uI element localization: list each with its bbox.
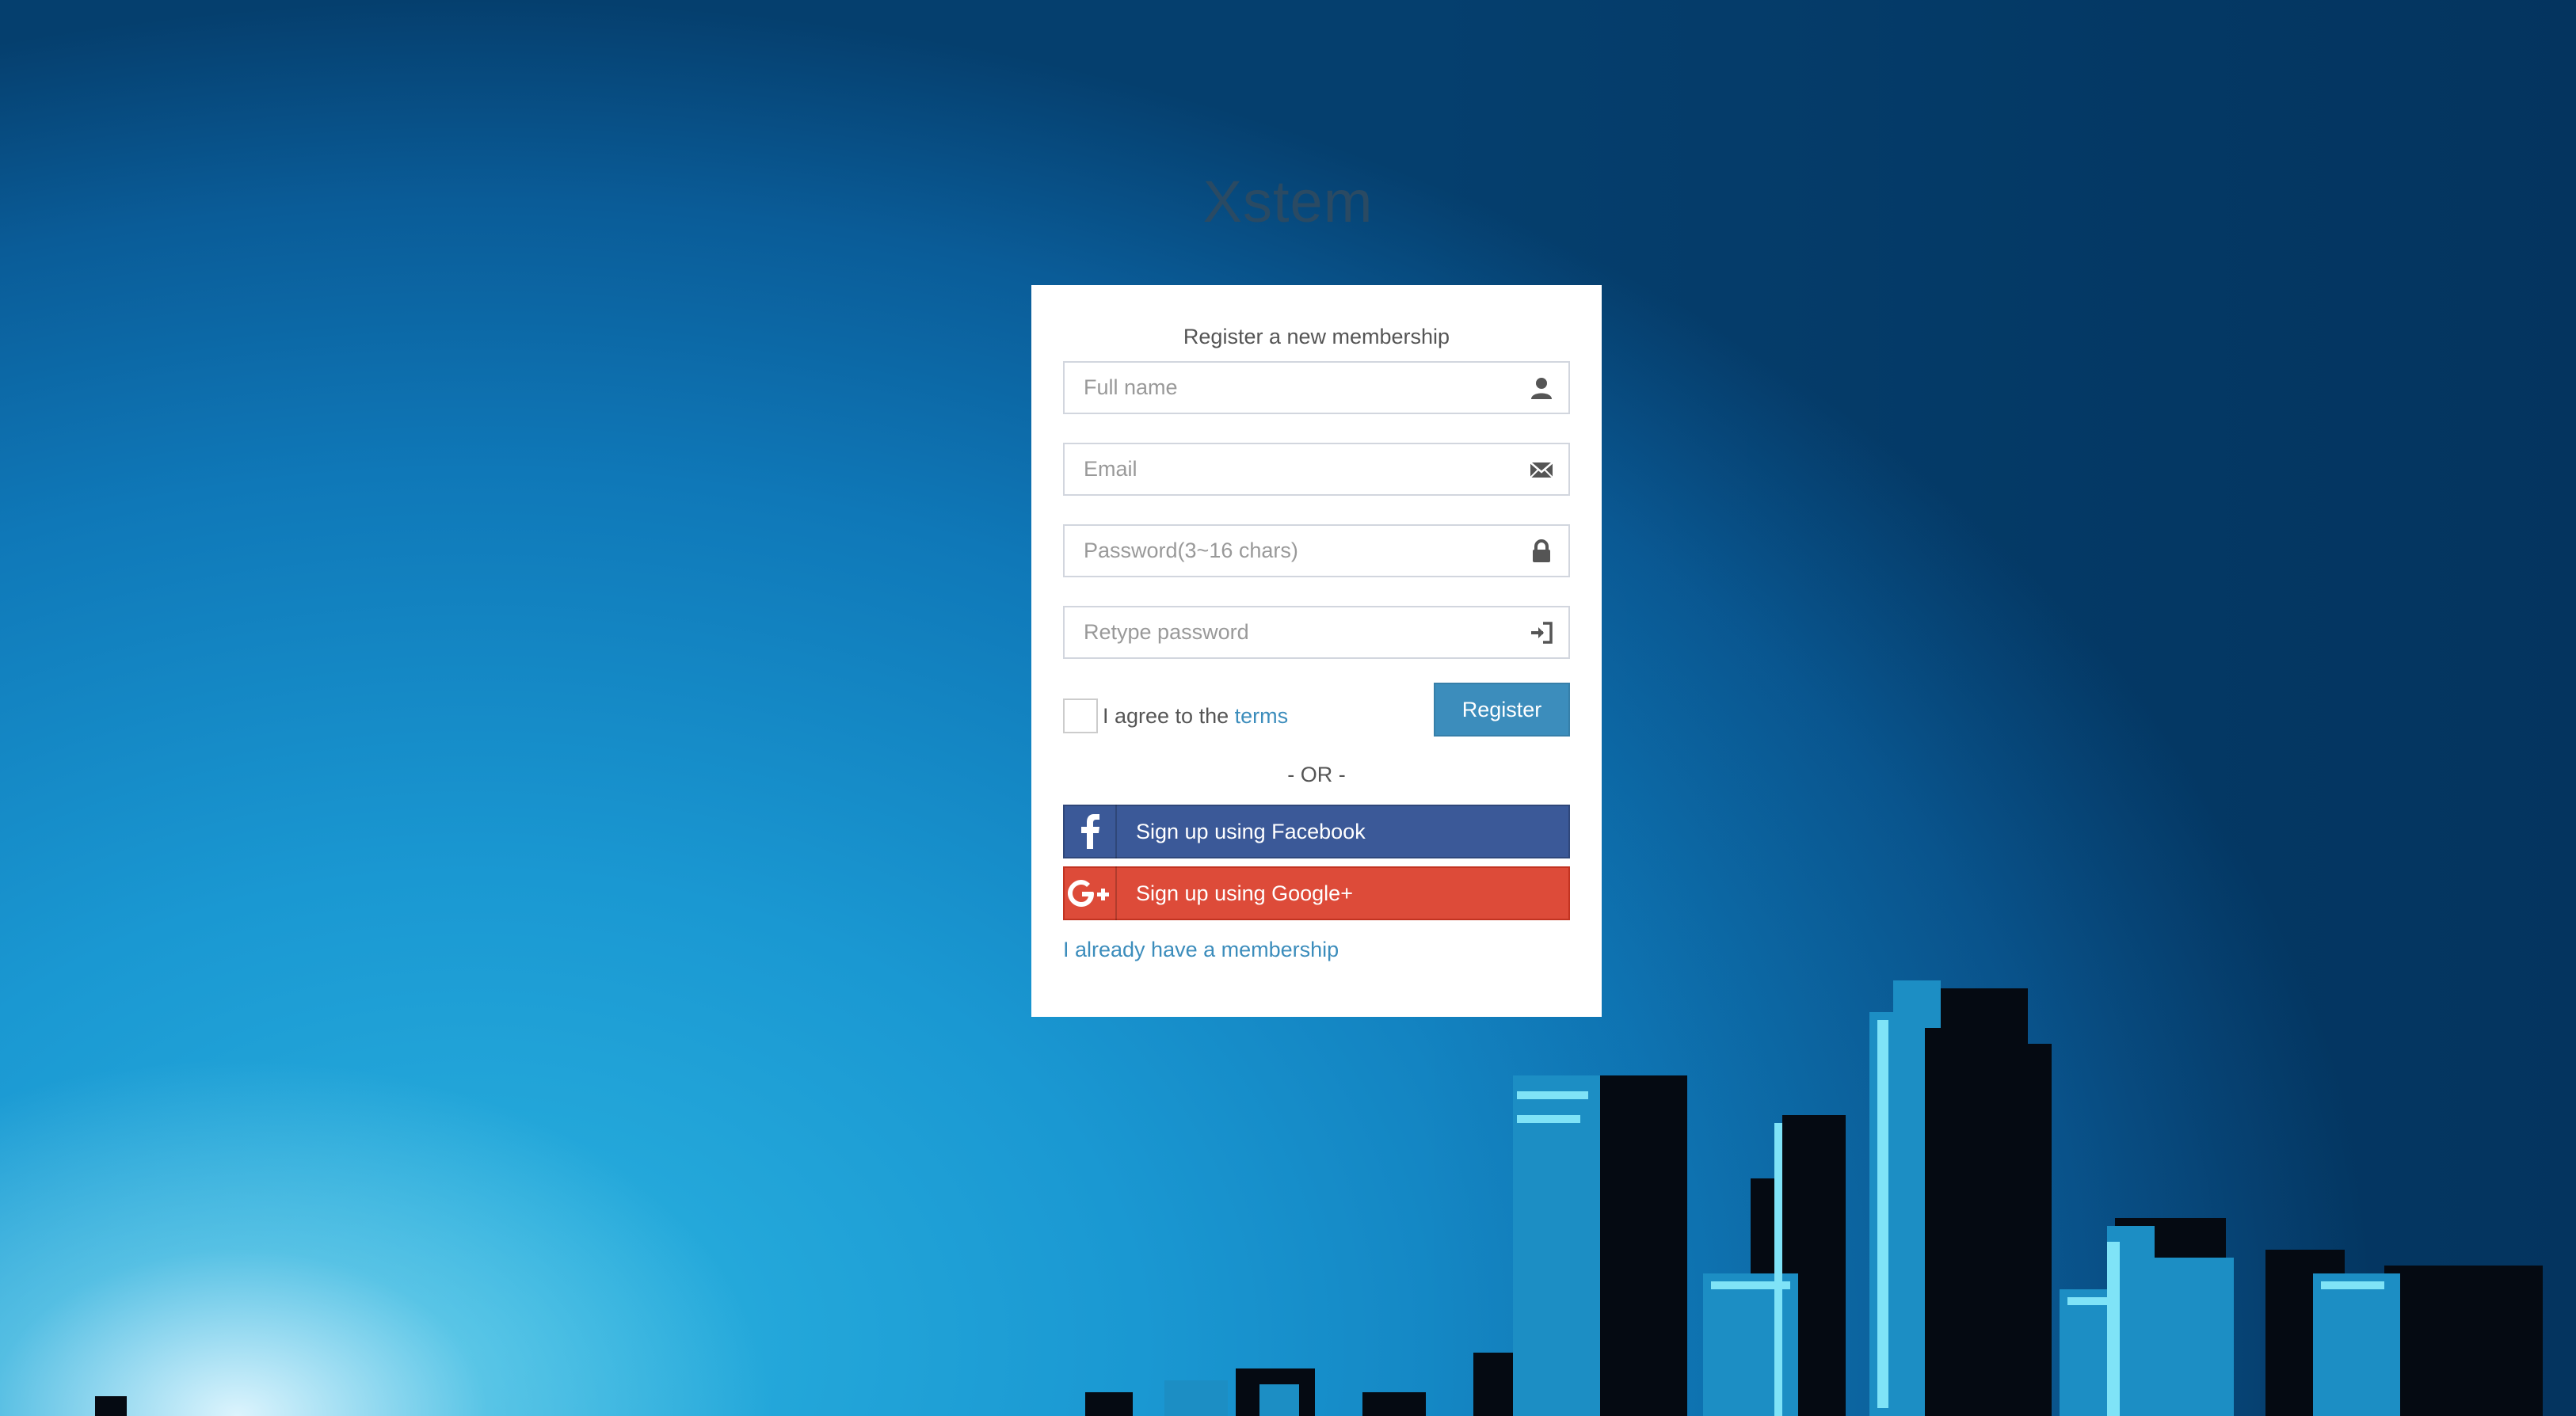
google-plus-icon bbox=[1065, 866, 1117, 920]
app-logo: Xstem bbox=[1202, 169, 1374, 234]
retype-password-group bbox=[1063, 606, 1570, 659]
google-signup-label: Sign up using Google+ bbox=[1136, 881, 1353, 905]
log-in-icon bbox=[1531, 622, 1553, 644]
fullname-group bbox=[1063, 361, 1570, 414]
facebook-signup-button[interactable]: Sign up using Facebook bbox=[1063, 805, 1570, 858]
already-member-link[interactable]: I already have a membership bbox=[1063, 938, 1339, 962]
terms-link[interactable]: terms bbox=[1235, 704, 1289, 728]
envelope-icon bbox=[1530, 462, 1553, 478]
password-input[interactable] bbox=[1063, 524, 1570, 577]
register-box-message: Register a new membership bbox=[1183, 325, 1450, 348]
agree-terms-label: I agree to the terms bbox=[1063, 698, 1288, 733]
register-box: Register a new membership Full name Emai… bbox=[1031, 285, 1602, 1017]
lock-icon bbox=[1533, 539, 1550, 562]
email-group bbox=[1063, 443, 1570, 496]
register-button[interactable]: Register bbox=[1434, 683, 1570, 737]
retype-password-input[interactable] bbox=[1063, 606, 1570, 659]
or-separator: - OR - bbox=[1287, 763, 1346, 786]
email-input[interactable] bbox=[1063, 443, 1570, 496]
google-signup-button[interactable]: Sign up using Google+ bbox=[1063, 866, 1570, 920]
fullname-input[interactable] bbox=[1063, 361, 1570, 414]
facebook-icon bbox=[1065, 805, 1117, 858]
password-group bbox=[1063, 524, 1570, 577]
agree-terms-text: I agree to the terms bbox=[1103, 703, 1289, 728]
user-icon bbox=[1531, 378, 1552, 399]
facebook-signup-label: Sign up using Facebook bbox=[1136, 819, 1366, 843]
form-actions-row: I agree to the terms Register bbox=[1063, 683, 1570, 740]
agree-terms-checkbox[interactable] bbox=[1063, 698, 1098, 733]
